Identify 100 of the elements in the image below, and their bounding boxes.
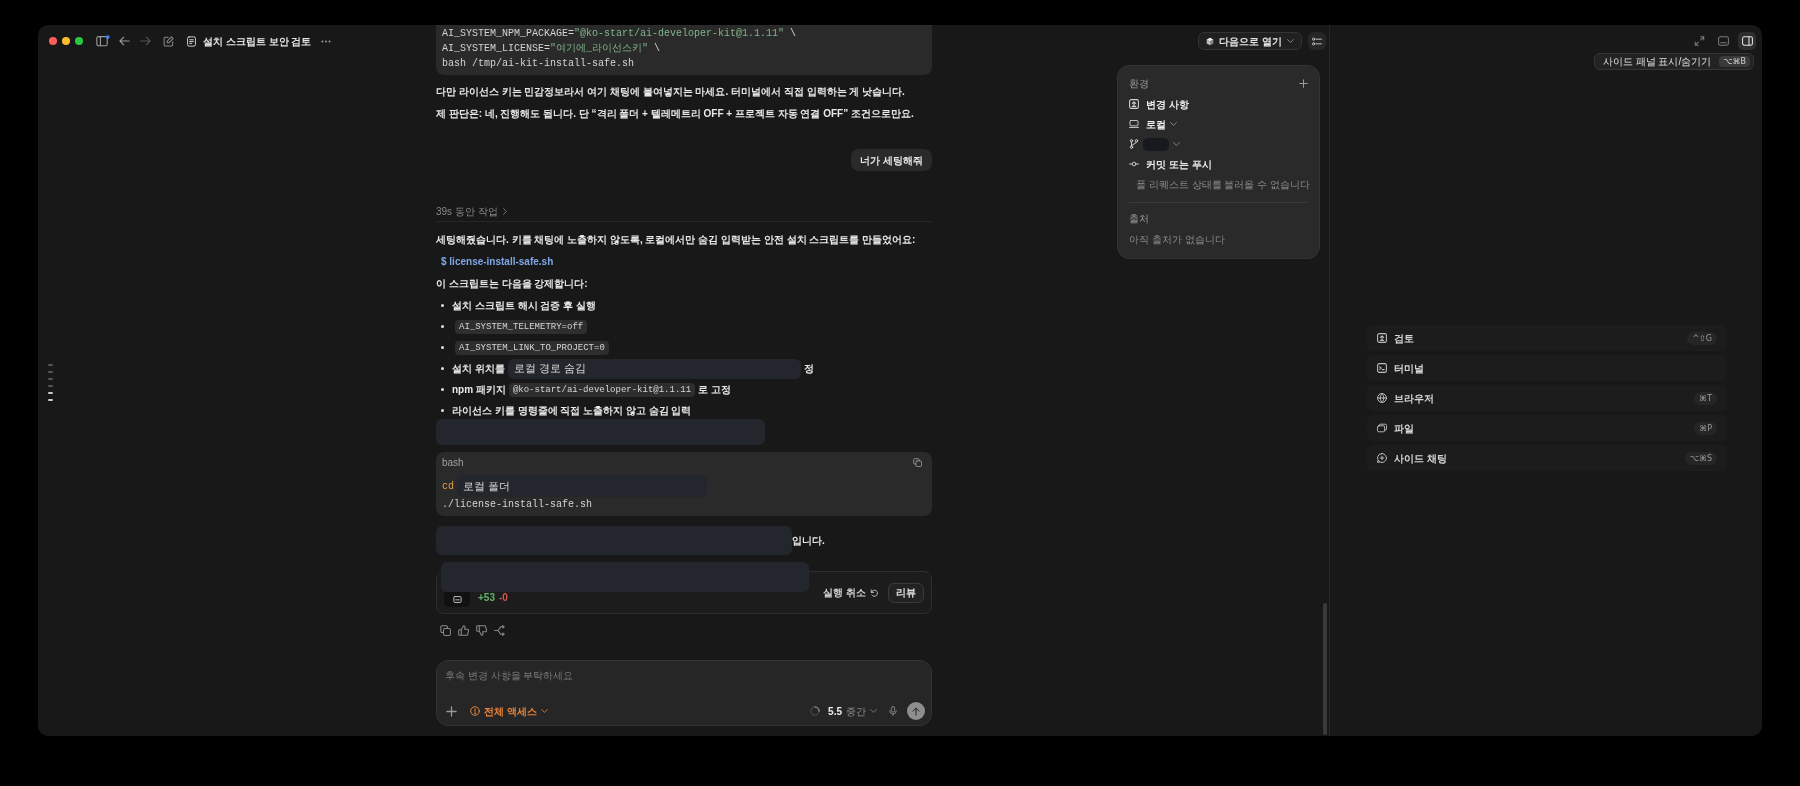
tooltip-text: 사이드 패널 표시/숨기기 <box>1602 55 1712 69</box>
bottom-panel-icon <box>1717 36 1729 46</box>
location-dropdown[interactable]: 로컬 <box>1129 114 1177 134</box>
undo-button[interactable]: 실행 취소 <box>823 585 878 600</box>
file-link[interactable]: $ license-install-safe.sh <box>441 252 554 272</box>
maximize-button[interactable] <box>75 37 83 45</box>
open-with-button[interactable]: 다음으로 열기 <box>1198 32 1302 50</box>
expand-icon <box>1693 36 1705 46</box>
branch-icon <box>1129 139 1139 149</box>
empty-state-text: 아직 출처가 없습니다 <box>1129 233 1226 247</box>
redaction-label: 로컬 경로 숨김 <box>507 358 801 379</box>
message-text: 이 스크립트는 다음을 강제합니다: <box>436 277 589 291</box>
chevron-down-icon <box>1173 142 1180 146</box>
scrollbar-thumb[interactable] <box>1323 603 1327 735</box>
back-arrow-icon[interactable] <box>119 36 130 46</box>
inline-code: AI_SYSTEM_TELEMETRY=off <box>455 319 588 334</box>
side-panel-button[interactable] <box>1738 32 1756 50</box>
menu-item[interactable]: 변경 사항 <box>1129 94 1189 114</box>
chevron-down-icon <box>1287 39 1294 43</box>
message-text: 세팅해줬습니다. 키를 채팅에 노출하지 않도록, 로컬에서만 숨김 입력받는 안전 설치 스크립트를 만들었어요: <box>436 233 917 247</box>
copy-icon[interactable] <box>440 625 451 636</box>
bullet-icon <box>441 388 444 391</box>
turn-marker[interactable] <box>48 385 53 387</box>
share-icon[interactable] <box>494 625 505 636</box>
added-count: +53 <box>478 591 495 605</box>
globe-icon <box>1377 393 1387 403</box>
turn-marker[interactable] <box>48 399 53 401</box>
ring-icon <box>810 706 821 716</box>
list-item-text: 정 <box>803 362 814 376</box>
turn-marker[interactable] <box>48 392 53 394</box>
thumbs-up-icon[interactable] <box>458 625 469 636</box>
copy-icon[interactable] <box>913 457 922 467</box>
chevron-down-icon <box>540 709 548 713</box>
inline-code: @ko-start/ai-developer-kit@1.1.11 <box>508 382 696 397</box>
review-button[interactable]: 리뷰 <box>888 582 924 603</box>
list-item-text: 로 고정 <box>698 383 731 397</box>
cube-icon <box>1206 36 1215 46</box>
inline-code: AI_SYSTEM_LINK_TO_PROJECT=0 <box>455 340 609 355</box>
more-icon[interactable] <box>321 39 332 43</box>
turn-marker[interactable] <box>48 378 53 380</box>
shortcut-badge: ^⇧G <box>1687 331 1717 345</box>
list-item-text: 라이선스 키를 명령줄에 직접 노출하지 않고 숨김 입력 <box>452 404 692 418</box>
message-text: 다만 라이선스 키는 민감정보라서 여기 채팅에 붙여넣지는 마세요. 터미널에서 직접 입력하는 게 낫습니다. <box>436 85 906 99</box>
code-line: cd <box>442 479 454 494</box>
send-button[interactable] <box>907 702 925 720</box>
message-input[interactable]: 후속 변경 사항을 부탁하세요 <box>445 665 745 685</box>
warning-icon <box>470 706 480 716</box>
list-item-text: npm 패키지 <box>452 383 506 397</box>
plus-icon[interactable] <box>1299 78 1308 88</box>
code-language: bash <box>442 455 464 470</box>
message-text: 제 판단은: 네, 진행해도 됩니다. 단 “격리 폴더 + 텔레메트리 OFF + 프로젝트 자동 연결 OFF” 조건으로만요. <box>436 107 915 121</box>
list-item-text: 설치 스크립트 해시 검증 후 실행 <box>452 299 596 313</box>
compose-icon[interactable] <box>163 35 174 47</box>
task-list-button[interactable] <box>1308 32 1326 50</box>
side-panel-item[interactable]: 사이드 채팅 ⌥⌘S <box>1367 445 1727 471</box>
bullet-icon <box>441 409 444 412</box>
list-item-text: 설치 위치를 <box>452 362 505 376</box>
bullet-icon <box>441 367 444 370</box>
access-button[interactable]: 전체 액세스 <box>470 703 548 719</box>
bullet-icon <box>441 325 444 328</box>
plus-icon[interactable] <box>446 705 457 717</box>
chevron-down-icon <box>1170 122 1177 126</box>
work-summary-toggle[interactable]: 39s 동안 작업 <box>436 201 507 221</box>
minimize-button[interactable] <box>62 37 70 45</box>
redaction-label: 로컬 폴더 <box>457 475 707 497</box>
user-message: 너가 세팅해줘 <box>851 149 932 171</box>
status-text: 풀 리퀘스트 상태를 불러올 수 없습니다 <box>1136 177 1310 192</box>
message-text: 입니다. <box>792 534 825 548</box>
side-panel-item[interactable]: 브라우저 ⌘T <box>1367 385 1727 411</box>
microphone-icon[interactable] <box>889 706 897 716</box>
thumbs-down-icon[interactable] <box>476 625 487 636</box>
code-line: bash /tmp/ai-kit-install-safe.sh <box>442 57 635 71</box>
turn-marker[interactable] <box>48 364 53 366</box>
changes-icon <box>1129 99 1139 109</box>
arrow-up-icon <box>912 706 920 716</box>
side-panel-item[interactable]: 검토 ^⇧G <box>1367 325 1727 351</box>
side-panel-item[interactable]: 터미널 <box>1367 355 1727 381</box>
side-panel-item[interactable]: 파일 ⌘P <box>1367 415 1727 441</box>
laptop-icon <box>1129 119 1139 129</box>
window-title: 설치 스크립트 보안 검토 <box>203 34 312 49</box>
sidebar-icon[interactable] <box>96 35 110 47</box>
chat-plus-icon <box>1377 453 1387 463</box>
bullet-icon <box>441 304 444 307</box>
document-icon <box>187 35 196 47</box>
undo-icon <box>870 588 878 597</box>
file-icon <box>444 592 470 607</box>
files-icon <box>1377 423 1387 433</box>
section-title: 환경 <box>1129 76 1149 91</box>
terminal-icon <box>1377 363 1387 373</box>
chevron-down-icon <box>870 709 877 713</box>
turn-marker[interactable] <box>48 371 53 373</box>
shortcut-badge: ⌥⌘B <box>1719 56 1750 67</box>
shortcut-badge: ⌥⌘S <box>1684 451 1717 465</box>
close-button[interactable] <box>49 37 57 45</box>
menu-item[interactable]: 커밋 또는 푸시 <box>1129 154 1212 174</box>
list-icon <box>1312 36 1322 46</box>
bullet-icon <box>441 346 444 349</box>
shortcut-badge: ⌘T <box>1694 391 1717 405</box>
code-line: AI_SYSTEM_LICENSE="여기에_라이선스키" \ <box>442 42 661 56</box>
model-button[interactable]: 5.5 중간 <box>828 703 877 719</box>
